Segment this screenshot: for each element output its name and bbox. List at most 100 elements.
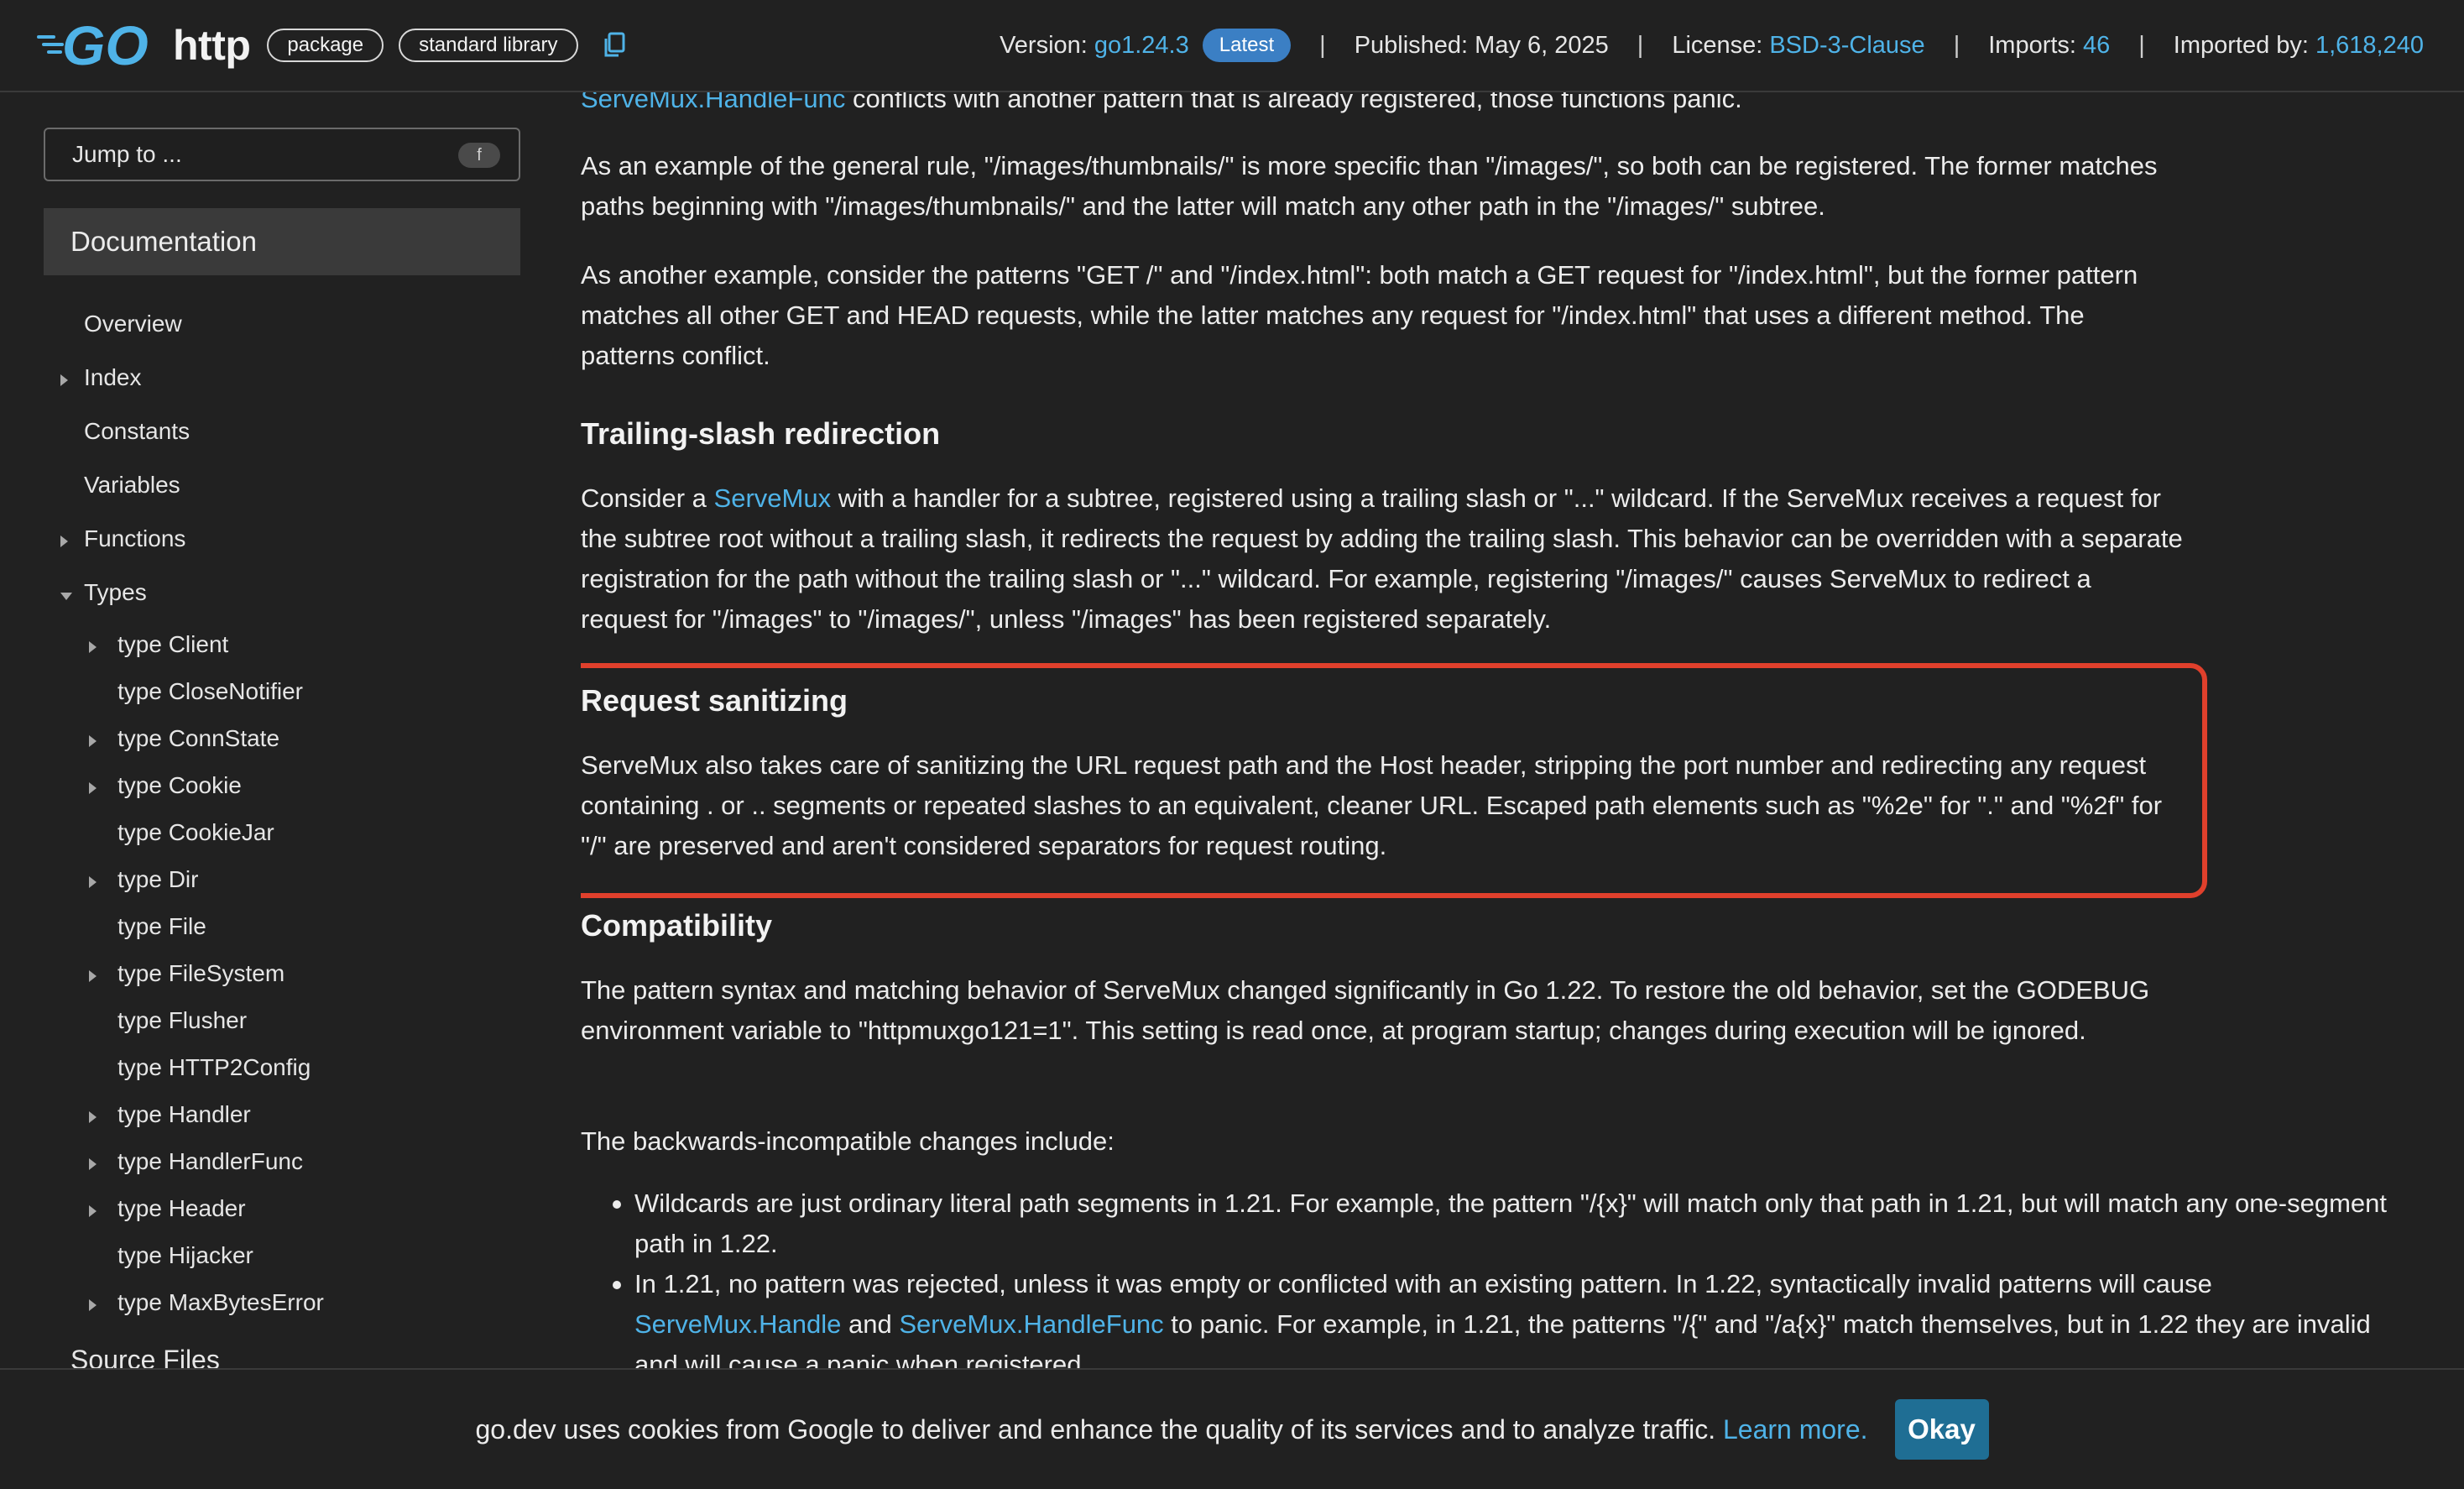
paragraph-top: ServeMux.HandleFunc conflicts with anoth… (581, 92, 2184, 119)
caret-right-icon[interactable] (89, 782, 97, 794)
sidebar-item-label: type HTTP2Config (117, 1054, 311, 1080)
sidebar-item-label: type FileSystem (117, 960, 285, 986)
list-item-text: and (841, 1309, 900, 1339)
standard-library-chip: standard library (399, 29, 578, 62)
sidebar-item-types[interactable]: Types (84, 579, 147, 606)
servemux-link[interactable]: ServeMux (714, 483, 832, 513)
bullet-dot (613, 1200, 621, 1209)
sidebar-documentation-heading[interactable]: Documentation (44, 208, 520, 275)
list-item: Wildcards are just ordinary literal path… (581, 1183, 2419, 1264)
sidebar-item-type-file[interactable]: type File (117, 913, 206, 940)
caret-right-icon[interactable] (89, 1299, 97, 1311)
meta-separator: | (1637, 31, 1644, 59)
sidebar-item-functions[interactable]: Functions (84, 525, 185, 552)
imported-by-label: Imported by: (2173, 31, 2309, 59)
published-date: Published: May 6, 2025 (1354, 31, 1609, 59)
sidebar-item-label: type Cookie (117, 772, 242, 798)
copy-path-button[interactable] (597, 29, 630, 62)
sidebar-item-index[interactable]: Index (84, 364, 142, 391)
sidebar-item-label: type ConnState (117, 725, 280, 751)
sidebar-item-type-cookiejar[interactable]: type CookieJar (117, 819, 274, 846)
servemux-handle-link[interactable]: ServeMux.Handle (634, 1309, 841, 1339)
sidebar-item-type-filesystem[interactable]: type FileSystem (117, 960, 285, 987)
top-header: GO http package standard library Version… (0, 0, 2464, 92)
sidebar-item-type-hijacker[interactable]: type Hijacker (117, 1242, 253, 1269)
caret-right-icon[interactable] (60, 536, 68, 547)
copy-icon (604, 32, 625, 57)
caret-right-icon[interactable] (89, 1111, 97, 1123)
sidebar-item-label: Variables (84, 472, 180, 498)
bullet-dot (613, 1281, 621, 1289)
sidebar-item-type-http2config[interactable]: type HTTP2Config (117, 1054, 311, 1081)
caret-right-icon[interactable] (89, 1158, 97, 1170)
caret-right-icon[interactable] (89, 876, 97, 888)
sidebar-item-type-handler[interactable]: type Handler (117, 1101, 251, 1128)
sidebar-item-type-connstate[interactable]: type ConnState (117, 725, 279, 752)
sidebar-item-label: type Header (117, 1195, 246, 1221)
cookie-message: go.dev uses cookies from Google to deliv… (476, 1414, 1868, 1445)
caret-right-icon[interactable] (60, 374, 68, 386)
caret-down-icon[interactable] (60, 593, 72, 600)
heading-trailing-slash: Trailing-slash redirection (581, 416, 941, 451)
imports-link[interactable]: 46 (2083, 32, 2110, 60)
sidebar-item-type-cookie[interactable]: type Cookie (117, 772, 242, 799)
jump-to-input[interactable]: Jump to ... f (44, 128, 520, 181)
learn-more-link[interactable]: Learn more. (1723, 1414, 1868, 1445)
sidebar-item-label: type MaxBytesError (117, 1289, 324, 1315)
cookie-text: go.dev uses cookies from Google to deliv… (475, 1413, 1716, 1445)
sidebar-item-type-flusher[interactable]: type Flusher (117, 1007, 247, 1034)
sidebar-item-constants[interactable]: Constants (84, 418, 190, 445)
changes-list: Wildcards are just ordinary literal path… (581, 1183, 2419, 1368)
sidebar-item-label: Types (84, 579, 147, 605)
meta-separator: | (2138, 31, 2145, 59)
sidebar-item-label: type CookieJar (117, 819, 274, 845)
sidebar-item-label: Index (84, 364, 142, 390)
sidebar-item-type-header[interactable]: type Header (117, 1195, 246, 1222)
caret-right-icon[interactable] (89, 735, 97, 747)
okay-button[interactable]: Okay (1894, 1399, 1989, 1460)
sidebar-item-label: type Client (117, 631, 229, 657)
imports-label: Imports: (1988, 31, 2076, 59)
license-link[interactable]: BSD-3-Clause (1769, 32, 1924, 60)
sidebar-item-label: Constants (84, 418, 191, 444)
sidebar-item-label: type Dir (117, 866, 199, 892)
servemux-handlefunc-link[interactable]: ServeMux.HandleFunc (581, 92, 845, 113)
sidebar-item-variables[interactable]: Variables (84, 472, 180, 499)
paragraph-request-sanitizing: ServeMux also takes care of sanitizing t… (581, 750, 2163, 860)
sidebar-item-type-maxbyteserror[interactable]: type MaxBytesError (117, 1289, 324, 1316)
sidebar-item-type-closenotifier[interactable]: type CloseNotifier (117, 678, 303, 705)
meta-separator: | (1319, 31, 1326, 59)
package-chip: package (267, 29, 384, 62)
sidebar-item-type-dir[interactable]: type Dir (117, 866, 198, 893)
sidebar-item-type-client[interactable]: type Client (117, 631, 228, 658)
paragraph-example-1: As an example of the general rule, "/ima… (581, 151, 2158, 221)
sidebar-item-label: type Handler (117, 1101, 251, 1127)
sidebar-item-type-handlerfunc[interactable]: type HandlerFunc (117, 1148, 303, 1175)
jump-to-placeholder: Jump to ... (72, 141, 182, 167)
heading-request-sanitizing: Request sanitizing (581, 683, 848, 718)
main-content: ServeMux.HandleFunc conflicts with anoth… (581, 92, 2464, 1368)
sidebar-item-overview[interactable]: Overview (84, 311, 182, 337)
caret-right-icon[interactable] (89, 1205, 97, 1217)
paragraph-compatibility: The pattern syntax and matching behavior… (581, 975, 2150, 1045)
sidebar-item-label: type Hijacker (117, 1242, 253, 1268)
caret-right-icon[interactable] (89, 970, 97, 982)
meta-separator: | (1953, 31, 1960, 59)
heading-compatibility: Compatibility (581, 908, 773, 943)
servemux-handlefunc-link-2[interactable]: ServeMux.HandleFunc (899, 1309, 1163, 1339)
sidebar: Jump to ... f Documentation Overview Inde… (0, 92, 554, 1375)
sidebar-item-label: Functions (84, 525, 186, 551)
go-logo[interactable]: GO (37, 12, 163, 79)
svg-text:GO: GO (62, 18, 149, 72)
paragraph-trailing-slash: Consider a ServeMux with a handler for a… (581, 478, 2184, 640)
sidebar-item-label: type HandlerFunc (117, 1148, 304, 1174)
paragraph-trailing-text-a: Consider a (581, 483, 714, 513)
caret-right-icon[interactable] (89, 641, 97, 653)
latest-badge: Latest (1202, 29, 1292, 62)
cookie-banner: go.dev uses cookies from Google to deliv… (0, 1368, 2464, 1489)
list-item: In 1.21, no pattern was rejected, unless… (581, 1264, 2419, 1368)
list-item-text: Wildcards are just ordinary literal path… (634, 1189, 2387, 1258)
imported-by-link[interactable]: 1,618,240 (2315, 32, 2424, 60)
version-link[interactable]: go1.24.3 (1094, 32, 1189, 60)
go-logo-icon: GO (37, 18, 149, 72)
